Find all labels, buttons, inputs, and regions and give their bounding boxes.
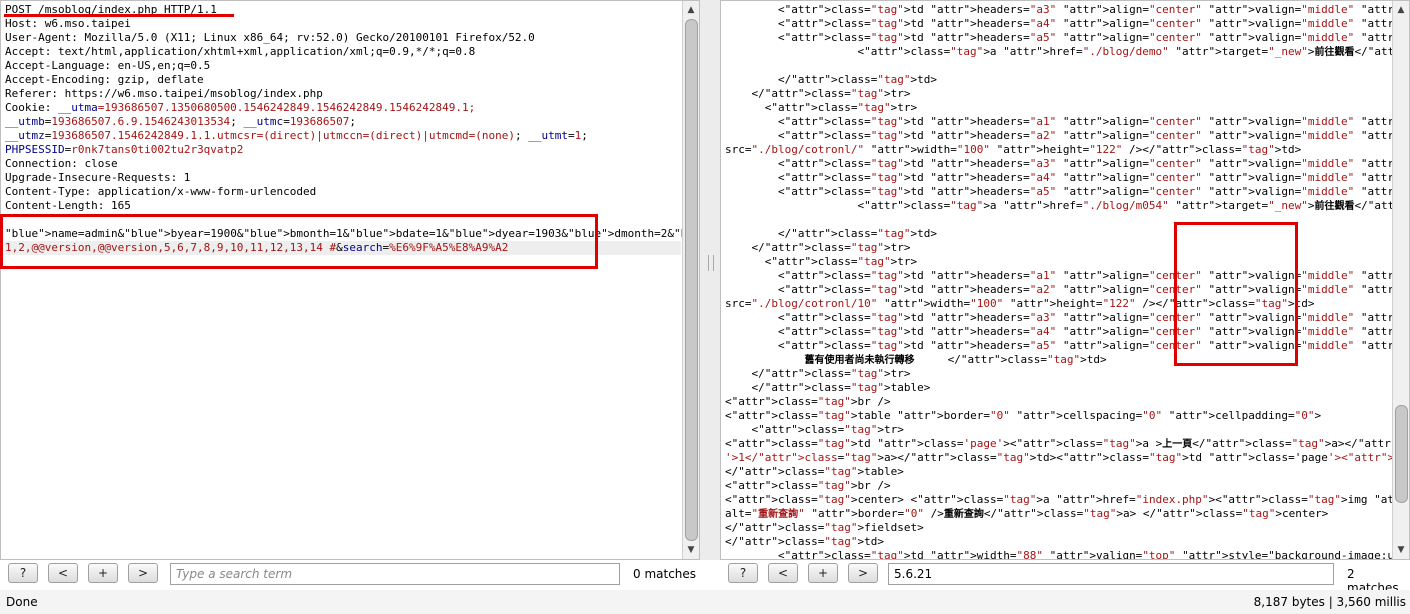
request-header-line: User-Agent: Mozilla/5.0 (X11; Linux x86_…	[5, 31, 535, 44]
response-code-line: <"attr">class="tag">td "attr">headers="a…	[725, 17, 1409, 30]
request-match-count: 0 matches	[633, 567, 697, 581]
request-header-line: Referer: https://w6.mso.taipei/msoblog/i…	[5, 87, 323, 100]
request-header-line: Accept-Language: en-US,en;q=0.5	[5, 59, 211, 72]
response-code-line: <"attr">class="tag">br />	[725, 395, 891, 408]
response-code-line: <"attr">class="tag">center> <"attr">clas…	[725, 493, 1409, 506]
response-code-line: alt="重新查詢" "attr">border="0" />重新查詢</"at…	[725, 507, 1329, 520]
scroll-thumb[interactable]	[685, 19, 698, 541]
response-search-input[interactable]: 5.6.21	[888, 563, 1334, 585]
scroll-down-icon[interactable]: ▼	[683, 543, 699, 557]
response-size-timing: 8,187 bytes | 3,560 millis	[1253, 595, 1406, 609]
status-text: Done	[6, 595, 38, 609]
request-header-line: Content-Length: 165	[5, 199, 131, 212]
scroll-down-icon[interactable]: ▼	[1393, 543, 1409, 557]
response-code-line: <"attr">class="tag">td "attr">headers="a…	[725, 185, 1409, 198]
response-code-line: <"attr">class="tag">td "attr">class='pag…	[725, 437, 1409, 450]
response-code-line: <"attr">class="tag">td "attr">headers="a…	[725, 3, 1409, 16]
help-button[interactable]: ?	[8, 563, 38, 583]
response-code-line: <"attr">class="tag">tr>	[725, 423, 904, 436]
add-button[interactable]: +	[808, 563, 838, 583]
response-code-line: </"attr">class="tag">td>	[725, 535, 884, 548]
response-code-line: <"attr">class="tag">td "attr">headers="a…	[725, 31, 1409, 44]
request-header-line: Accept: text/html,application/xhtml+xml,…	[5, 45, 476, 58]
scroll-up-icon[interactable]: ▲	[1393, 3, 1409, 17]
next-match-button[interactable]: >	[848, 563, 878, 583]
response-code-line: src="./blog/cotronl/" "attr">width="100"…	[725, 143, 1302, 156]
next-match-button[interactable]: >	[128, 563, 158, 583]
response-search-bar: ? < + > 5.6.21 2 matches	[728, 563, 1408, 595]
payload-annotation-box	[0, 214, 598, 269]
response-code-line: </"attr">class="tag">table>	[725, 381, 931, 394]
response-code-line: </"attr">class="tag">tr>	[725, 367, 911, 380]
request-header-line: Upgrade-Insecure-Requests: 1	[5, 171, 191, 184]
request-search-input[interactable]: Type a search term	[170, 563, 620, 585]
request-header-line: Connection: close	[5, 157, 118, 170]
prev-match-button[interactable]: <	[768, 563, 798, 583]
response-code-line: <"attr">class="tag">a "attr">href="./blo…	[725, 199, 1409, 212]
response-code-line: <"attr">class="tag">a "attr">href="./blo…	[725, 45, 1409, 58]
response-code-line: <"attr">class="tag">tr>	[725, 101, 918, 114]
status-bar: Done 8,187 bytes | 3,560 millis	[0, 590, 1410, 614]
scroll-thumb[interactable]	[1395, 405, 1408, 503]
request-header-line: Content-Type: application/x-www-form-url…	[5, 185, 317, 198]
request-header-line: Host: w6.mso.taipei	[5, 17, 131, 30]
request-cookie-line: Cookie: __utma=193686507.1350680500.1546…	[5, 101, 476, 114]
pane-divider[interactable]	[700, 0, 720, 560]
response-code-line: </"attr">class="tag">tr>	[725, 87, 911, 100]
response-code-line: <"attr">class="tag">td "attr">headers="a…	[725, 115, 1409, 128]
request-scrollbar[interactable]: ▲ ▼	[682, 1, 699, 559]
response-scrollbar[interactable]: ▲ ▼	[1392, 1, 1409, 559]
response-code-line: </"attr">class="tag">fieldset>	[725, 521, 924, 534]
response-code-line: <"attr">class="tag">br />	[725, 479, 891, 492]
scroll-up-icon[interactable]: ▲	[683, 3, 699, 17]
help-button[interactable]: ?	[728, 563, 758, 583]
request-line-annotation	[4, 14, 234, 17]
request-cookie-line: PHPSESSID=r0nk7tans0ti002tu2r3qvatp2	[5, 143, 244, 156]
version-annotation-box	[1174, 222, 1298, 366]
request-editor[interactable]: POST /msoblog/index.php HTTP/1.1 Host: w6…	[0, 0, 700, 560]
response-code-line: <"attr">class="tag">td "attr">headers="a…	[725, 171, 1409, 184]
response-code-line: '>1</"attr">class="tag">a></"attr">class…	[725, 451, 1409, 464]
response-code-line: <"attr">class="tag">td "attr">headers="a…	[725, 129, 1409, 142]
response-code-line: <"attr">class="tag">td "attr">headers="a…	[725, 157, 1409, 170]
add-button[interactable]: +	[88, 563, 118, 583]
response-code-line: </"attr">class="tag">table>	[725, 465, 904, 478]
response-code-line: <"attr">class="tag">table "attr">border=…	[725, 409, 1322, 422]
request-header-line: Accept-Encoding: gzip, deflate	[5, 73, 204, 86]
response-code-line	[725, 59, 1391, 73]
response-viewer[interactable]: <"attr">class="tag">td "attr">headers="a…	[720, 0, 1410, 560]
response-code-line: </"attr">class="tag">td>	[725, 73, 937, 86]
request-cookie-line: __utmz=193686507.1546242849.1.1.utmcsr=(…	[5, 129, 588, 142]
request-search-bar: ? < + > Type a search term 0 matches	[8, 563, 698, 587]
response-code-line: <"attr">class="tag">td "attr">width="88"…	[725, 549, 1409, 560]
prev-match-button[interactable]: <	[48, 563, 78, 583]
request-cookie-line: __utmb=193686507.6.9.1546243013534; __ut…	[5, 115, 357, 128]
